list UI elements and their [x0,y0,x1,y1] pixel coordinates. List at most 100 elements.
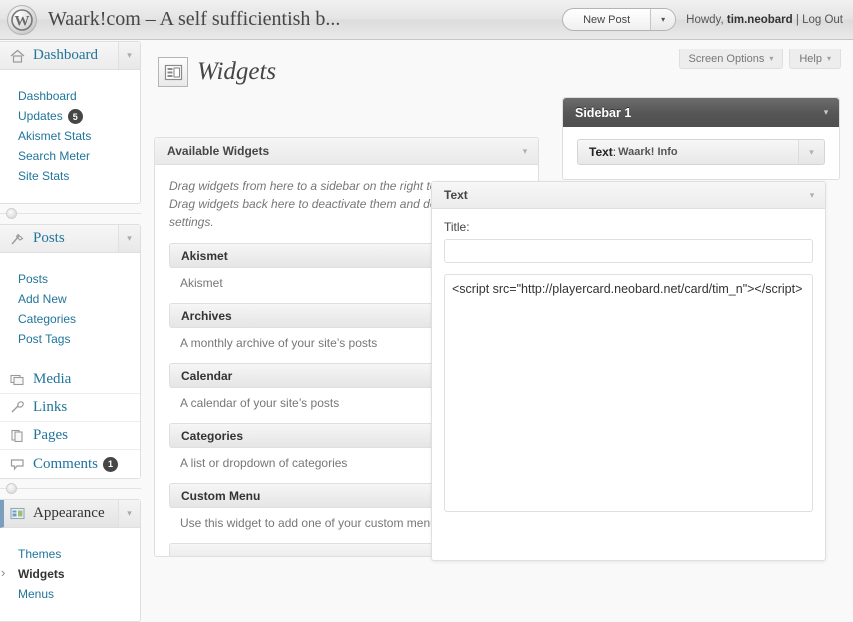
panel-title: Text [444,188,468,202]
sidebar-item-pages[interactable]: Pages [0,422,140,451]
admin-menu: Dashboard ▾ Dashboard Updates 5 Akismet S… [0,41,141,622]
help-tab[interactable]: Help ▾ [789,49,841,69]
submenu-item-menus[interactable]: Menus [0,584,140,604]
chevron-down-icon: ▾ [826,54,831,63]
menu-group-posts: Posts ▾ Posts Add New Categories Post Ta… [0,224,141,480]
sidebar-item-appearance[interactable]: Appearance ▾ [0,500,140,529]
site-title[interactable]: Waark!com – A self sufficientish b... [48,8,340,31]
chevron-down-icon: ▾ [769,54,774,63]
submenu-label: Search Meter [18,149,91,164]
chevron-down-icon[interactable]: ▾ [798,140,824,164]
menu-collapse-handle[interactable] [6,483,17,495]
links-icon [7,401,27,414]
dashboard-icon [7,49,27,63]
svg-text:W: W [15,13,30,29]
admin-bar: W Waark!com – A self sufficientish b... … [0,0,853,40]
title-input[interactable] [444,239,813,263]
sidebar-item-label: Appearance [33,505,105,522]
main-content: Screen Options ▾ Help ▾ Widgets Availabl… [141,41,853,561]
submenu-label: Categories [18,312,77,327]
submenu-item-updates[interactable]: Updates 5 [0,106,140,126]
submenu-label: Site Stats [18,169,70,184]
user-name[interactable]: tim.neobard [727,14,793,26]
submenu-label: Themes [18,547,62,562]
submenu-item-post-tags[interactable]: Post Tags [0,329,140,349]
sidebar-item-label: Posts [33,230,65,247]
submenu-appearance: Themes Widgets Menus [0,540,140,610]
chevron-down-icon[interactable]: ▾ [512,138,538,164]
submenu-item-widgets[interactable]: Widgets [0,564,140,584]
sidebar-item-label: Pages [33,427,68,444]
howdy-block: Howdy, tim.neobard | Log Out [686,14,843,26]
sidebar-item-posts[interactable]: Posts ▾ [0,225,140,254]
posts-icon [7,232,27,246]
widgets-page-icon [158,57,188,87]
placed-widget-type: Text [589,145,613,159]
menu-collapse-handle[interactable] [6,208,17,220]
admin-bar-right: New Post ▾ Howdy, tim.neobard | Log Out [562,8,843,31]
sidebar-item-label: Links [33,399,68,416]
sidebar-item-dashboard[interactable]: Dashboard ▾ [0,42,140,70]
new-post-button[interactable]: New Post [563,9,652,30]
submenu-label: Widgets [18,567,65,582]
chevron-down-icon[interactable]: ▾ [118,225,140,253]
menu-separator-2 [0,479,141,499]
submenu-item-posts[interactable]: Posts [0,269,140,289]
sidebar-1-body: Text: Waark! Info ▾ [563,127,839,179]
sidebar-item-label: Comments [33,455,99,472]
page-header: Widgets [158,57,276,87]
submenu-item-site-stats[interactable]: Site Stats [0,166,140,186]
submenu-label: Posts [18,272,49,287]
submenu-item-categories[interactable]: Categories [0,309,140,329]
sidebar-item-links[interactable]: Links [0,394,140,423]
new-post-group[interactable]: New Post ▾ [562,8,677,31]
wordpress-logo-icon[interactable]: W [7,4,37,35]
sidebar-1-panel: Sidebar 1 ▾ Text: Waark! Info ▾ [562,97,840,180]
comments-badge: 1 [103,456,119,472]
sidebar-item-media[interactable]: Media [0,366,140,395]
sidebar-item-label: Dashboard [33,47,98,63]
menu-group-dashboard: Dashboard ▾ Dashboard Updates 5 Akismet S… [0,41,141,205]
appearance-icon [7,507,27,520]
updates-badge: 5 [67,109,83,125]
log-out-link[interactable]: Log Out [802,14,843,26]
submenu-label: Dashboard [18,89,77,103]
placed-widget-sep: : [612,145,617,159]
placed-widget-name: Waark! Info [618,146,678,158]
submenu-item-search-meter[interactable]: Search Meter [0,146,140,166]
panel-title: Available Widgets [167,144,270,158]
submenu-item-add-new[interactable]: Add New [0,289,140,309]
submenu-item-themes[interactable]: Themes [0,544,140,564]
sidebar-item-comments[interactable]: Comments 1 [0,450,140,479]
chevron-down-icon[interactable]: ▾ [813,98,839,127]
comments-icon [7,458,27,471]
content-textarea[interactable]: <script src="http://playercard.neobard.n… [444,274,813,512]
help-label: Help [799,52,822,65]
panel-title: Sidebar 1 [575,105,632,120]
chevron-down-icon[interactable]: ▾ [651,9,676,30]
submenu-label: Menus [18,587,55,602]
text-widget-header[interactable]: Text ▾ [432,182,825,209]
chevron-down-icon[interactable]: ▾ [118,42,140,69]
menu-separator-1 [0,204,141,224]
submenu-label: Post Tags [18,332,71,347]
screen-options-tab[interactable]: Screen Options ▾ [678,49,784,69]
screen-meta-links: Screen Options ▾ Help ▾ [678,49,841,69]
submenu-item-dashboard[interactable]: Dashboard [0,86,140,106]
pages-icon [7,429,27,443]
submenu-label: Akismet Stats [18,129,92,144]
placed-widget-text[interactable]: Text: Waark! Info ▾ [577,139,825,165]
submenu-posts: Posts Add New Categories Post Tags [0,265,140,355]
title-label: Title: [444,220,470,234]
sidebar-1-header[interactable]: Sidebar 1 ▾ [563,98,839,127]
text-widget-form: Title: <script src="http://playercard.ne… [432,209,825,527]
chevron-down-icon[interactable]: ▾ [118,500,140,528]
menu-group-appearance: Appearance ▾ Themes Widgets Menus [0,499,141,622]
screen-options-label: Screen Options [688,52,765,65]
available-widgets-header[interactable]: Available Widgets ▾ [155,138,538,165]
chevron-down-icon[interactable]: ▾ [799,182,825,208]
media-icon [7,373,27,386]
submenu-label: Updates [18,109,63,123]
submenu-item-akismet-stats[interactable]: Akismet Stats [0,126,140,146]
sidebar-item-label: Media [33,371,72,388]
